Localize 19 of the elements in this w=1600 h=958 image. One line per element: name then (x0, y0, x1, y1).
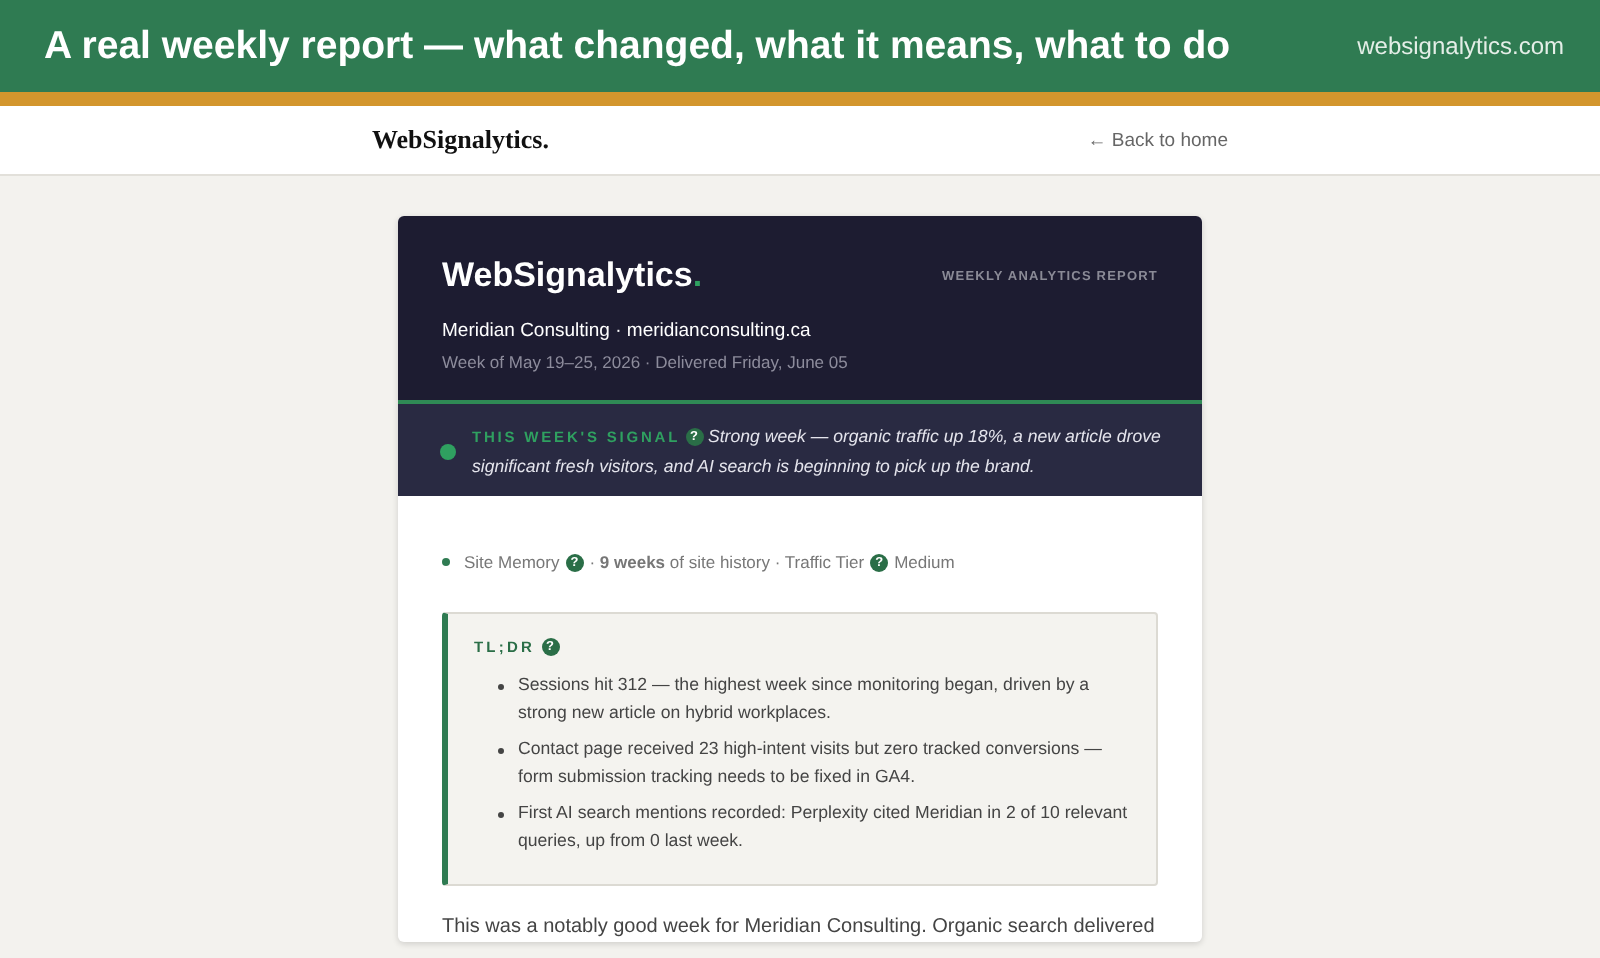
bullet-icon (498, 748, 504, 754)
report-logo: WebSignalytics. (442, 256, 703, 296)
tldr-item: Sessions hit 312 — the highest week since monitoring began, driven by a strong new article on hybrid workplaces. (518, 672, 1092, 726)
tldr-item: Contact page received 23 high-intent visits but zero tracked conversions — form submission tracking needs to be fixed in GA4. (518, 736, 1104, 790)
intro-paragraph: This was a notably good week for Meridian Consulting. Organic search delivered (442, 914, 1155, 942)
client-name: Meridian Consulting · meridianconsulting.ca (442, 320, 813, 342)
signal-dot-icon (440, 443, 456, 459)
back-link[interactable]: ← Back to home (1087, 129, 1228, 151)
meta-text: · 9 weeks of site history · Traffic Tier (589, 552, 865, 572)
report-period: Week of May 19–25, 2026 · Delivered Friday, June 05 (442, 352, 850, 372)
bullet-icon (498, 684, 504, 690)
site-logo[interactable]: WebSignalytics. (372, 124, 549, 156)
bullet-icon (498, 812, 504, 818)
banner-title: A real weekly report — what changed, what it means, what to do (44, 23, 1231, 69)
bullet-icon (442, 558, 450, 566)
tldr-item: First AI search mentions recorded: Perplexity cited Meridian in 2 of 10 relevant queries, up from 0 last week. (518, 800, 1128, 854)
site-address: websignalytics.com (1357, 32, 1564, 60)
meta-text: Site Memory (464, 552, 560, 572)
meta-text: Medium (894, 552, 955, 572)
